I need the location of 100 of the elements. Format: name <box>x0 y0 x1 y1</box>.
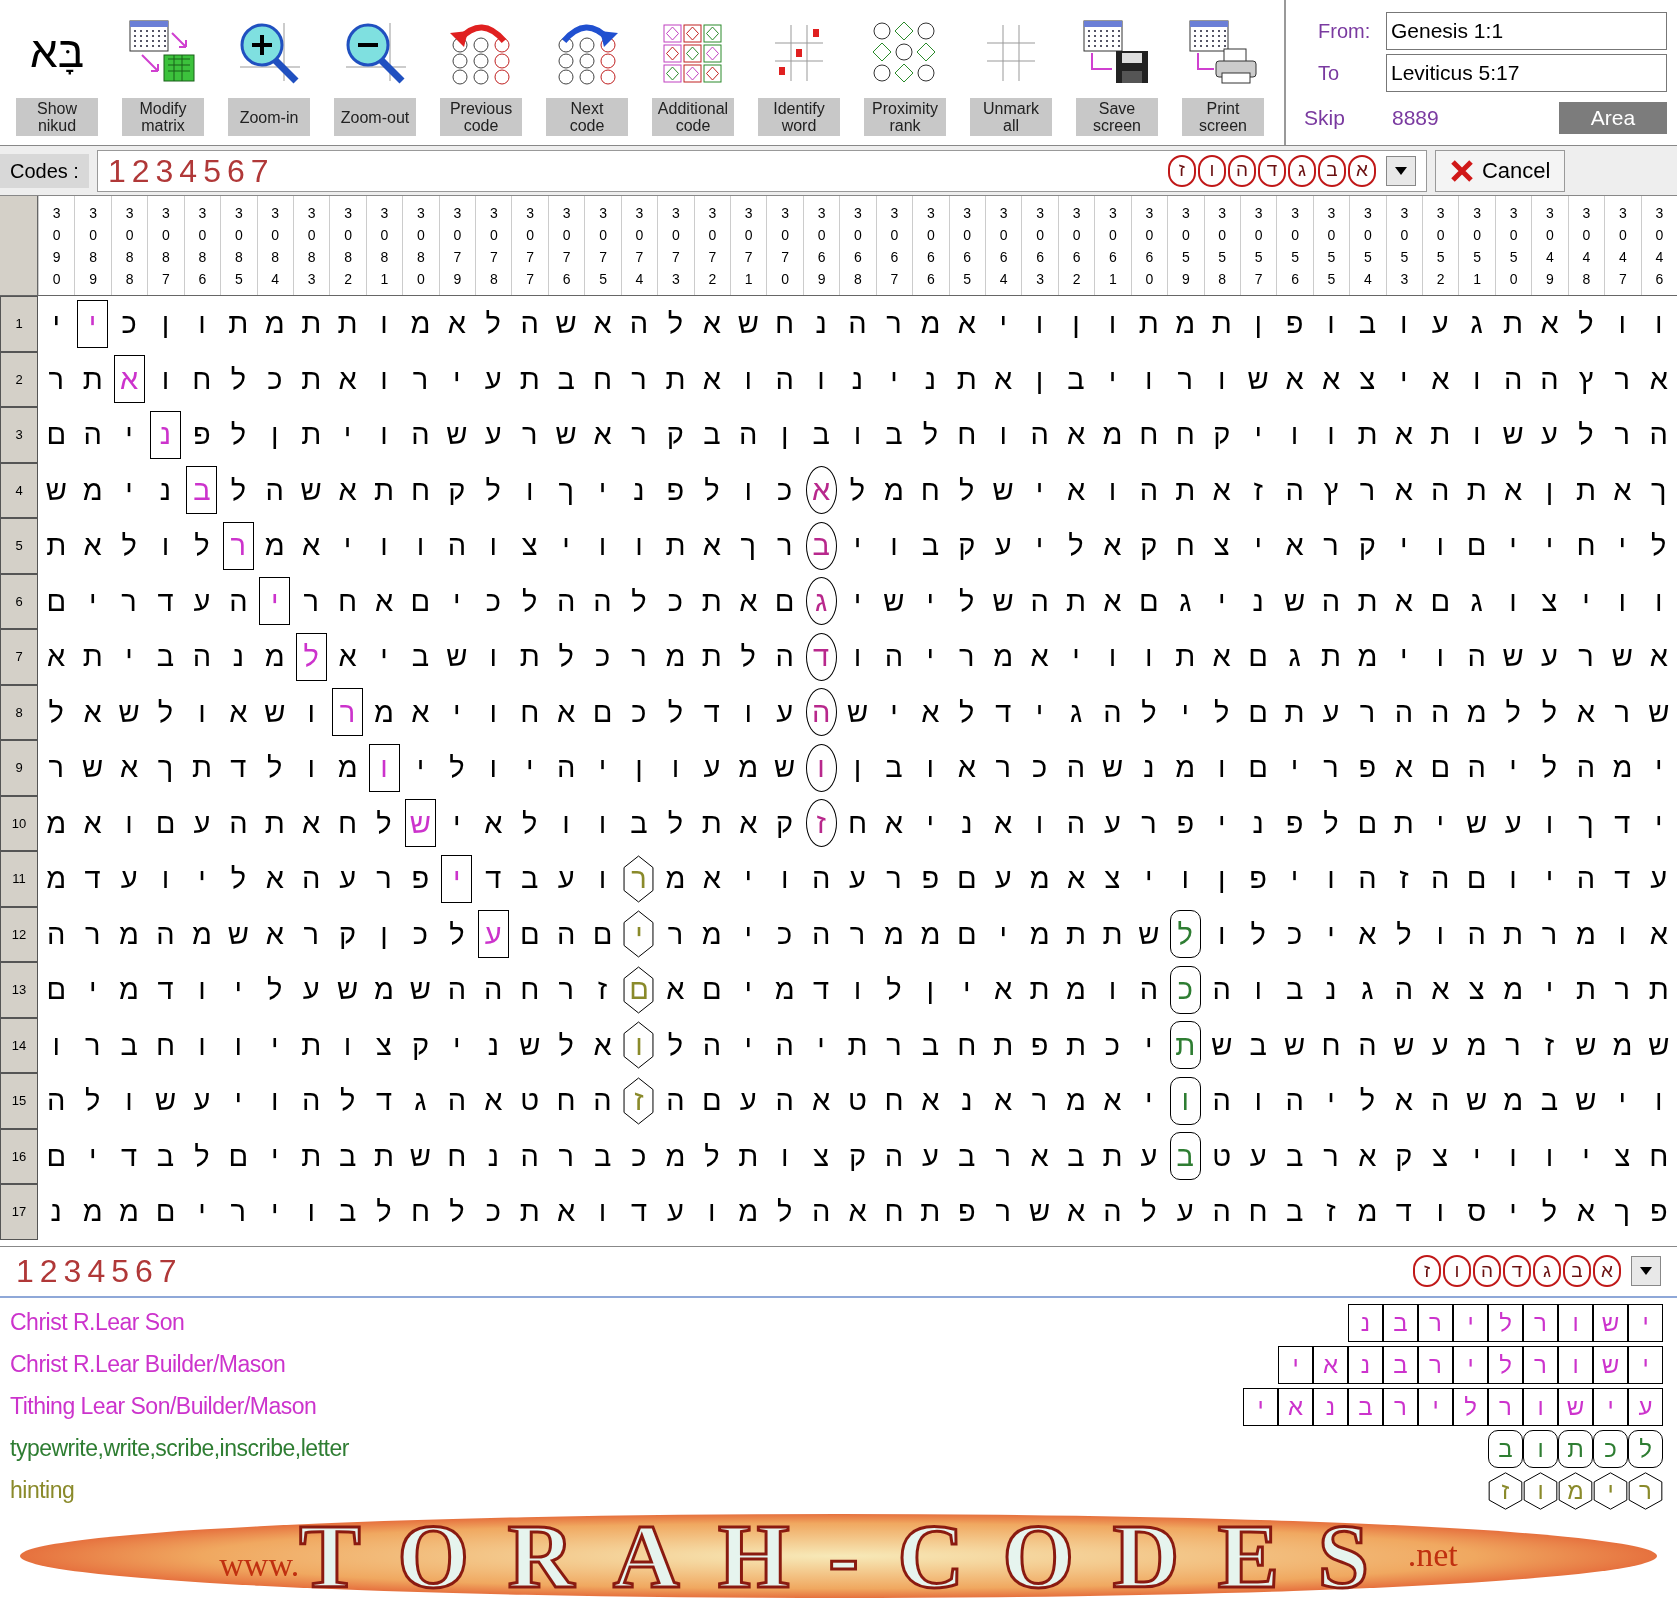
grid-letter: ם <box>702 1083 722 1118</box>
row-number: 13 <box>0 962 38 1018</box>
grid-letter: ז <box>1399 861 1409 896</box>
grid-letter: ב <box>156 639 175 674</box>
code-letter: ה <box>1473 1255 1501 1287</box>
toolbar-button[interactable]: Save screen <box>1064 0 1170 145</box>
toolbar-button[interactable]: Next code <box>534 0 640 145</box>
toolbar-button[interactable]: Modify matrix <box>110 0 216 145</box>
grid-letter: ש <box>1211 1027 1233 1063</box>
marked-letter: ר <box>1418 1345 1453 1384</box>
column-number: 3072 <box>708 204 717 289</box>
grid-letter: י <box>271 1138 279 1174</box>
grid-letter: א <box>338 639 357 674</box>
grid-letter: ח <box>957 417 977 452</box>
grid-letter: ן <box>635 750 643 785</box>
grid-letter: ל <box>1541 1194 1558 1229</box>
grid-letter: א <box>484 1083 503 1118</box>
grid-letter: ש <box>1138 916 1160 952</box>
grid-letter: ת <box>301 1138 322 1174</box>
toolbar-button[interactable]: Zoom-in <box>216 0 322 145</box>
grid-letter: ה <box>775 639 794 674</box>
row-number: 8 <box>0 684 38 740</box>
toolbar-button[interactable]: Additional code <box>640 0 746 145</box>
grid-letter: ו <box>1108 472 1117 508</box>
grid-letter: ן <box>1254 306 1262 341</box>
grid-letter: ד <box>157 972 174 1007</box>
grid-letter: ת <box>191 750 212 785</box>
grid-letter: ר <box>631 639 647 674</box>
grid-letter: פ <box>921 861 940 896</box>
grid-letter: א <box>702 306 721 341</box>
grid-letter: ד <box>230 750 247 785</box>
grid-letter: מ <box>191 916 212 952</box>
grid-letter: ח <box>410 472 430 508</box>
grid-letter: א <box>1066 417 1086 452</box>
grid-letter: א <box>666 972 685 1007</box>
marked-letter: י <box>1243 1387 1278 1426</box>
grid-letter: ש <box>1502 639 1524 674</box>
grid-letter: ר <box>1578 639 1594 674</box>
grid-letter: ל <box>667 694 684 730</box>
grid-letter: ה <box>1212 972 1231 1007</box>
row-number: 3 <box>0 407 38 463</box>
grid-letter: א <box>811 1083 831 1118</box>
toolbar-button[interactable]: Unmark all <box>958 0 1064 145</box>
grid-letter: ה <box>83 417 102 452</box>
grid-letter: א <box>921 1083 940 1118</box>
grid-letter: ך <box>1651 472 1667 508</box>
code-letter: ו <box>1443 1255 1471 1287</box>
grid-letter: ו <box>780 861 789 896</box>
marked-letter: ש <box>404 799 436 848</box>
row-number: 6 <box>0 573 38 629</box>
grid-letter: ר <box>1177 361 1194 397</box>
cancel-button[interactable]: Cancel <box>1434 149 1566 192</box>
grid-letter: מ <box>1466 1027 1487 1063</box>
toolbar-button[interactable]: Previous code <box>428 0 534 145</box>
row-number: 14 <box>0 1017 38 1073</box>
grid-letter: א <box>1066 861 1086 896</box>
grid-letter: ח <box>1321 1027 1341 1063</box>
area-button[interactable]: Area <box>1559 102 1667 134</box>
grid-letter: כ <box>121 306 137 341</box>
grid-letter: ק <box>848 1138 867 1174</box>
grid-letter: ה <box>1030 417 1049 452</box>
grid-letter: ה <box>520 1138 539 1174</box>
from-field[interactable]: Genesis 1:1 <box>1386 12 1667 50</box>
grid-letter: א <box>1030 639 1049 674</box>
grid-letter: א <box>848 1194 867 1229</box>
toolbar-button[interactable]: Proximity rank <box>852 0 958 145</box>
grid-letter: מ <box>993 639 1014 674</box>
grid-letter: א <box>557 1194 576 1229</box>
grid-letter: י <box>1217 805 1226 841</box>
grid-letter: י <box>1582 583 1590 619</box>
dropdown-button[interactable] <box>1385 155 1416 186</box>
grid-letter: מ <box>1029 861 1050 896</box>
grid-letter: ח <box>1139 417 1159 452</box>
toolbar-button[interactable]: Identify word <box>746 0 852 145</box>
grid-letter: ח <box>520 972 540 1007</box>
grid-letter: ן <box>1217 861 1226 896</box>
grid-letter: ר <box>48 750 64 785</box>
grid-letter: ב <box>1285 1194 1304 1229</box>
grid-letter: נ <box>487 1027 499 1063</box>
grid-letter: ח <box>1175 417 1195 452</box>
legend-text: Tithing Lear Son/Builder/Mason <box>10 1392 317 1422</box>
to-field[interactable]: Leviticus 5:17 <box>1386 54 1667 92</box>
grid-letter: י <box>1108 361 1117 397</box>
toolbar-button[interactable]: Zoom-out <box>322 0 428 145</box>
row-number: 16 <box>0 1128 38 1184</box>
toolbar-button[interactable]: Print screen <box>1170 0 1276 145</box>
grid-letter: מ <box>665 1138 686 1174</box>
grid-letter: ע <box>557 861 575 896</box>
grid-letter: ה <box>1139 972 1159 1007</box>
dropdown-button[interactable] <box>1631 1256 1661 1286</box>
grid-letter: ה <box>1467 916 1486 952</box>
grid-letter: ו <box>1145 361 1153 397</box>
grid-letter: ז <box>1253 472 1263 508</box>
grid-letter: ק <box>339 916 357 952</box>
grid-letter: א <box>411 694 430 730</box>
grid-letter: א <box>47 639 66 674</box>
marked-letter: י <box>1418 1387 1453 1426</box>
grid-letter: ה <box>1139 472 1159 508</box>
grid-letter: ש <box>45 472 67 508</box>
grid-letter: א <box>1394 583 1413 619</box>
